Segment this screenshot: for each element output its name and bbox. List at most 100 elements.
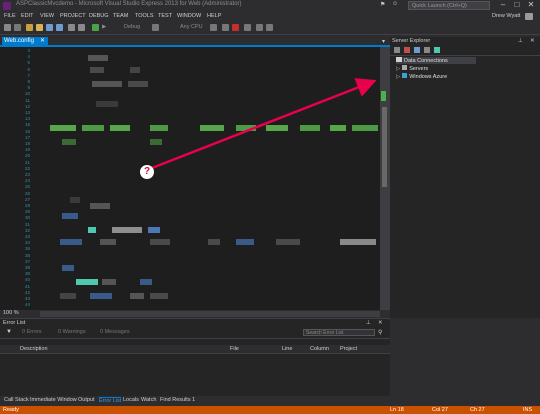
error-search-input[interactable]: Search Error List	[303, 329, 375, 336]
bottom-tool-tabs: Call Stack Immediate Window Output Error…	[0, 396, 540, 406]
line-number: 34	[24, 240, 30, 246]
tree-node-windows-azure[interactable]: ▷ Windows Azure	[396, 73, 447, 80]
tree-node-servers[interactable]: ▷ Servers	[396, 65, 428, 72]
horizontal-scrollbar[interactable]	[40, 311, 380, 317]
connect-database-icon[interactable]	[414, 47, 420, 53]
line-number-gutter: 3 4 5 6 7 8 9 10 11 12 13 14 15 16 17 18 19 20 21 22 23 24 25 2…	[0, 47, 40, 310]
column-column[interactable]: Column	[310, 346, 329, 352]
flag-icon[interactable]: ⚑	[380, 1, 385, 8]
server-explorer-panel: Server Explorer ⊥ ✕ Data Connections ▷ Se…	[390, 37, 540, 318]
line-number: 37	[24, 258, 30, 264]
line-number: 6	[27, 66, 30, 72]
line-number: 13	[24, 110, 30, 115]
column-description[interactable]: Description	[20, 346, 48, 352]
close-panel-icon[interactable]: ✕	[378, 320, 383, 326]
close-button[interactable]: ✕	[524, 0, 538, 9]
annotation-question-mark: ?	[140, 165, 154, 179]
search-icon[interactable]: ⚲	[378, 329, 382, 336]
vs-logo-icon	[3, 2, 11, 10]
status-line: Ln 18	[390, 407, 404, 413]
tab-immediate-window[interactable]: Immediate Window	[30, 397, 77, 403]
step-over-icon[interactable]	[222, 24, 229, 31]
tab-find-results-1[interactable]: Find Results 1	[160, 397, 195, 403]
menu-team[interactable]: TEAM	[113, 13, 128, 19]
line-number: 27	[24, 196, 30, 202]
platform-dropdown[interactable]: Any CPU	[180, 24, 203, 30]
new-project-icon[interactable]	[26, 24, 33, 31]
line-number: 28	[24, 203, 30, 208]
tab-error-list[interactable]: Error List	[99, 397, 122, 404]
start-target-label[interactable]: ▶	[102, 24, 106, 30]
save-icon[interactable]	[46, 24, 53, 31]
close-panel-icon[interactable]: ✕	[530, 38, 535, 44]
connect-server-icon[interactable]	[424, 47, 430, 53]
line-number: 32	[24, 227, 30, 233]
messages-filter-button[interactable]: 0 Messages	[100, 329, 130, 335]
line-number: 44	[24, 302, 30, 308]
tab-call-stack[interactable]: Call Stack	[4, 397, 29, 403]
line-number: 41	[24, 283, 30, 289]
database-icon	[396, 57, 402, 62]
status-text: Ready	[3, 407, 19, 413]
code-editor[interactable]: 3 4 5 6 7 8 9 10 11 12 13 14 15 16 17 18 19 20 21 22 23 24 25 2…	[0, 47, 390, 310]
pin-icon[interactable]: ⊥	[366, 320, 371, 326]
config-dropdown[interactable]: Debug	[124, 24, 140, 30]
warnings-filter-button[interactable]: 0 Warnings	[58, 329, 86, 335]
comment-icon[interactable]	[266, 24, 273, 31]
menu-test[interactable]: TEST	[158, 13, 172, 19]
restart-icon[interactable]	[244, 24, 251, 31]
step-icon[interactable]	[210, 24, 217, 31]
line-number: 3	[27, 48, 30, 53]
scroll-thumb[interactable]	[382, 107, 387, 187]
line-number: 19	[24, 147, 30, 153]
tab-overflow-icon[interactable]: ▾	[382, 38, 385, 45]
bookmark-icon[interactable]	[256, 24, 263, 31]
open-icon[interactable]	[36, 24, 43, 31]
tab-locals[interactable]: Locals	[123, 397, 139, 403]
menu-window[interactable]: WINDOW	[177, 13, 201, 19]
line-number: 26	[24, 190, 30, 196]
menu-project[interactable]: PROJECT	[60, 13, 86, 19]
errors-filter-button[interactable]: 0 Errors	[22, 329, 42, 335]
tab-watch[interactable]: Watch	[141, 397, 156, 403]
expand-arrow-icon[interactable]: ▷	[396, 74, 400, 80]
stop-refresh-icon[interactable]	[404, 47, 410, 53]
pin-icon[interactable]: ⊥	[518, 38, 523, 44]
expand-arrow-icon[interactable]: ▷	[396, 66, 400, 72]
panel-title: Server Explorer	[392, 38, 431, 44]
save-all-icon[interactable]	[56, 24, 63, 31]
user-name[interactable]: Drew Wyatt	[492, 13, 520, 19]
menu-tools[interactable]: TOOLS	[135, 13, 154, 19]
azure-icon[interactable]	[434, 47, 440, 53]
column-line[interactable]: Line	[282, 346, 292, 352]
change-marker	[381, 91, 386, 101]
forward-icon[interactable]	[14, 24, 21, 31]
status-insert-mode: INS	[523, 407, 533, 413]
menu-edit[interactable]: EDIT	[21, 13, 34, 19]
start-icon[interactable]	[92, 24, 99, 31]
quick-launch-input[interactable]: Quick Launch (Ctrl+Q)	[408, 1, 490, 10]
line-number: 4	[27, 54, 30, 60]
redo-icon[interactable]	[78, 24, 85, 31]
avatar[interactable]	[525, 13, 533, 20]
feedback-icon[interactable]: ☺	[392, 1, 398, 7]
menu-view[interactable]: VIEW	[40, 13, 54, 19]
menu-debug[interactable]: DEBUG	[89, 13, 109, 19]
back-icon[interactable]	[4, 24, 11, 31]
zoom-level[interactable]: 100 %	[3, 310, 19, 316]
stop-icon[interactable]	[232, 24, 239, 31]
undo-icon[interactable]	[68, 24, 75, 31]
line-number: 39	[24, 271, 30, 277]
minimize-button[interactable]: –	[496, 0, 510, 9]
tree-node-data-connections[interactable]: Data Connections	[396, 57, 476, 64]
maximize-button[interactable]: □	[510, 0, 524, 9]
filter-dropdown-icon[interactable]: ▼	[6, 329, 12, 335]
refresh-icon[interactable]	[394, 47, 400, 53]
menu-file[interactable]: FILE	[4, 13, 16, 19]
tab-output[interactable]: Output	[78, 397, 95, 403]
menu-help[interactable]: HELP	[207, 13, 221, 19]
column-project[interactable]: Project	[340, 346, 357, 352]
status-bar: Ready Ln 18 Col 27 Ch 27 INS	[0, 406, 540, 414]
refresh-icon[interactable]	[152, 24, 159, 31]
column-file[interactable]: File	[230, 346, 239, 352]
